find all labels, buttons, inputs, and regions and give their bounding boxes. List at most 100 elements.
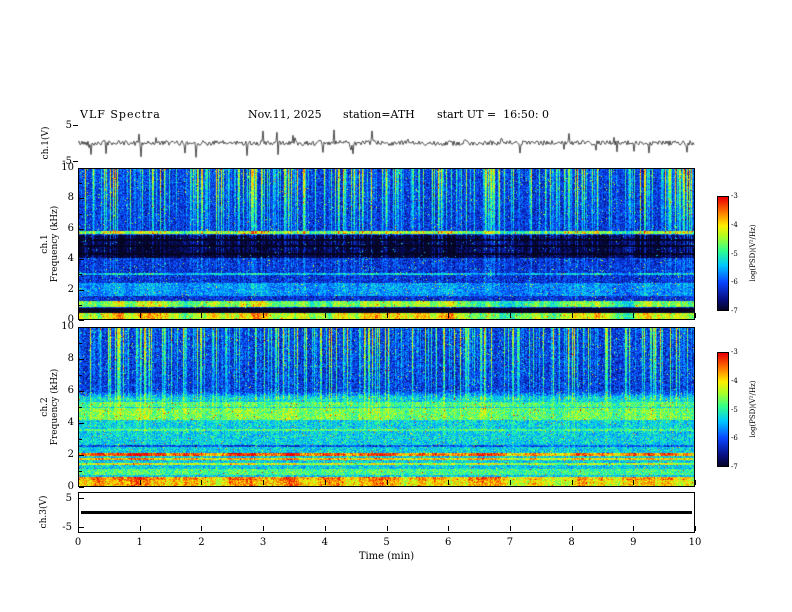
x-tick-mark bbox=[633, 480, 635, 485]
colorbar-tick-label: -3 bbox=[731, 348, 738, 356]
y-tick-label: 8 bbox=[67, 192, 74, 204]
y-minor-tick-mark bbox=[79, 471, 82, 472]
x-tick-mark bbox=[509, 313, 511, 318]
figure-start-ut: start UT = 16:50: 0 bbox=[437, 108, 550, 121]
figure-date: Nov.11, 2025 bbox=[248, 108, 322, 121]
y-tick-label: 0 bbox=[67, 481, 74, 492]
colorbar-tick-label: -5 bbox=[731, 405, 738, 414]
ch1-voltage-axis-label: ch.1(V) bbox=[41, 126, 51, 160]
time-axis-label: Time (min) bbox=[358, 551, 415, 562]
x-tick-label: 0 bbox=[74, 537, 82, 548]
y-minor-tick-mark bbox=[79, 183, 82, 185]
figure-title: VLF Spectra bbox=[80, 108, 161, 121]
y-tick-label: 2 bbox=[67, 283, 74, 295]
y-minor-tick-mark bbox=[79, 274, 82, 276]
x-tick-mark bbox=[633, 526, 635, 531]
y-tick-mark bbox=[79, 497, 84, 499]
y-minor-tick-mark bbox=[79, 244, 82, 245]
y-tick-mark bbox=[79, 168, 84, 169]
x-tick-mark bbox=[509, 480, 511, 485]
colorbar-tick-label: -4 bbox=[731, 220, 738, 229]
ch2-colorbar-label: log(PSD)(V²/Hz) bbox=[749, 380, 757, 438]
x-tick-mark bbox=[509, 526, 511, 531]
x-tick-mark bbox=[386, 313, 388, 318]
y-tick-mark bbox=[79, 320, 84, 321]
x-tick-mark bbox=[571, 480, 573, 485]
x-tick-mark bbox=[201, 480, 203, 485]
colorbar-tick-label: -7 bbox=[731, 307, 738, 315]
x-tick-mark bbox=[571, 526, 573, 531]
x-tick-mark bbox=[695, 480, 696, 485]
y-tick-label: 4 bbox=[67, 417, 74, 428]
x-tick-label: 9 bbox=[630, 537, 637, 548]
x-tick-mark bbox=[139, 313, 141, 318]
x-tick-mark bbox=[448, 526, 450, 531]
y-tick-label: -5 bbox=[62, 156, 72, 167]
y-tick-mark bbox=[79, 487, 84, 488]
y-tick-label: 6 bbox=[67, 385, 74, 396]
ch1-spectrogram-canvas bbox=[79, 169, 694, 319]
x-tick-mark bbox=[633, 313, 635, 318]
x-tick-mark bbox=[448, 313, 450, 318]
ch2-colorbar bbox=[717, 352, 729, 467]
ch3-flatline bbox=[81, 511, 692, 514]
y-tick-mark bbox=[79, 455, 84, 456]
x-tick-mark bbox=[695, 526, 696, 531]
y-tick-mark bbox=[79, 327, 84, 328]
y-tick-mark bbox=[79, 259, 84, 261]
ch2-frequency-axis-label: ch.2 Frequency (kHz) bbox=[40, 369, 60, 446]
x-tick-label: 10 bbox=[688, 537, 702, 548]
ch1-frequency-axis-label-line1: ch.1 bbox=[40, 234, 50, 254]
ch1-frequency-axis-label: ch.1 Frequency (kHz) bbox=[40, 206, 60, 283]
ch2-spectrogram-panel bbox=[78, 327, 695, 487]
y-tick-label: -5 bbox=[62, 522, 72, 534]
x-tick-label: 5 bbox=[383, 537, 390, 548]
ch1-colorbar-label: log(PSD)(V²/Hz) bbox=[749, 224, 757, 282]
x-tick-mark bbox=[201, 526, 203, 531]
ch1-waveform-canvas bbox=[78, 125, 695, 161]
ch1-spectrogram-panel bbox=[78, 168, 695, 320]
y-minor-tick-mark bbox=[79, 375, 82, 376]
y-tick-label: 6 bbox=[67, 222, 74, 234]
y-tick-mark bbox=[79, 228, 84, 230]
colorbar-tick-label: -7 bbox=[731, 463, 738, 471]
ch1-colorbar bbox=[717, 196, 729, 311]
y-tick-label: 10 bbox=[61, 321, 74, 332]
colorbar-tick-label: -6 bbox=[731, 434, 738, 443]
x-tick-mark bbox=[263, 526, 265, 531]
x-tick-mark bbox=[263, 480, 265, 485]
y-tick-mark bbox=[79, 359, 84, 360]
ch1-frequency-axis-label-line2: Frequency (kHz) bbox=[50, 205, 60, 283]
y-minor-tick-mark bbox=[79, 304, 82, 306]
x-tick-label: 6 bbox=[445, 537, 452, 548]
colorbar-tick-label: -6 bbox=[731, 278, 738, 287]
y-tick-label: 8 bbox=[67, 353, 74, 364]
y-tick-mark bbox=[73, 161, 78, 162]
ch2-spectrogram-canvas bbox=[79, 328, 694, 486]
y-minor-tick-mark bbox=[79, 213, 82, 215]
x-tick-mark bbox=[78, 480, 79, 485]
y-tick-mark bbox=[79, 423, 84, 424]
x-tick-mark bbox=[78, 313, 79, 318]
x-tick-mark bbox=[695, 313, 696, 318]
x-tick-mark bbox=[324, 526, 326, 531]
x-tick-label: 1 bbox=[136, 537, 143, 548]
y-minor-tick-mark bbox=[79, 439, 82, 440]
x-tick-mark bbox=[571, 313, 573, 318]
vlf-spectra-figure: VLF Spectra Nov.11, 2025 station=ATH sta… bbox=[0, 0, 792, 612]
y-tick-mark bbox=[79, 198, 84, 200]
x-tick-mark bbox=[324, 313, 326, 318]
x-tick-mark bbox=[324, 480, 326, 485]
figure-station: station=ATH bbox=[343, 108, 415, 121]
x-tick-label: 2 bbox=[198, 537, 205, 548]
y-tick-mark bbox=[73, 125, 78, 126]
x-tick-mark bbox=[386, 526, 388, 531]
x-tick-label: 7 bbox=[506, 537, 514, 548]
y-tick-label: 4 bbox=[67, 253, 74, 265]
x-tick-mark bbox=[139, 480, 141, 485]
y-tick-mark bbox=[79, 527, 84, 529]
colorbar-tick-label: -4 bbox=[731, 376, 738, 385]
x-tick-mark bbox=[263, 313, 265, 318]
ch1-colorbar-canvas bbox=[718, 197, 728, 310]
y-tick-mark bbox=[79, 289, 84, 291]
